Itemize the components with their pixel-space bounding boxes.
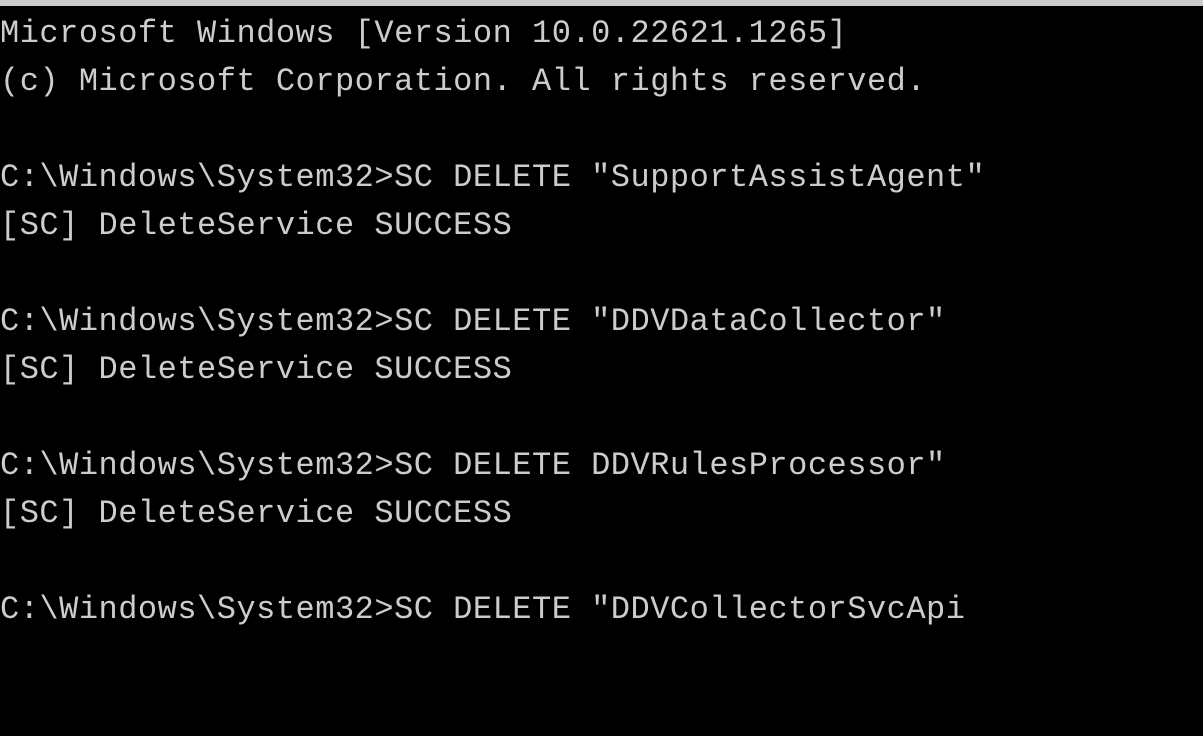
copyright-line: (c) Microsoft Corporation. All rights re… [0, 58, 1203, 106]
command-line: C:\Windows\System32>SC DELETE "DDVCollec… [0, 586, 1203, 634]
blank-line [0, 106, 1203, 154]
blank-line [0, 394, 1203, 442]
command-line: C:\Windows\System32>SC DELETE DDVRulesPr… [0, 442, 1203, 490]
command-line: C:\Windows\System32>SC DELETE "SupportAs… [0, 154, 1203, 202]
blank-line [0, 538, 1203, 586]
blank-line [0, 250, 1203, 298]
response-line: [SC] DeleteService SUCCESS [0, 346, 1203, 394]
version-line: Microsoft Windows [Version 10.0.22621.12… [0, 10, 1203, 58]
response-line: [SC] DeleteService SUCCESS [0, 202, 1203, 250]
response-line: [SC] DeleteService SUCCESS [0, 490, 1203, 538]
command-line: C:\Windows\System32>SC DELETE "DDVDataCo… [0, 298, 1203, 346]
terminal-output[interactable]: Microsoft Windows [Version 10.0.22621.12… [0, 6, 1203, 634]
